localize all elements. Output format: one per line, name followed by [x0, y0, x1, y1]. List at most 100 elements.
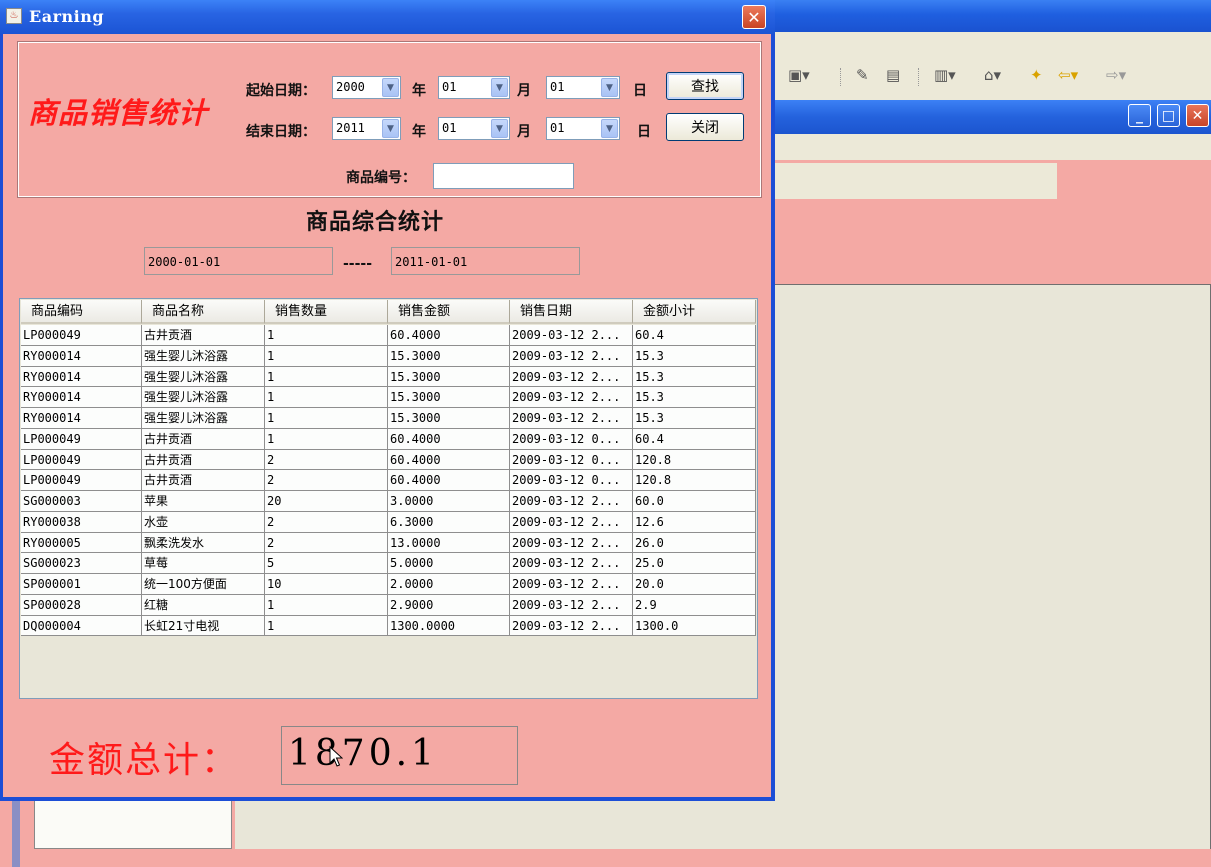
table-body: LP000049 古井贡酒 1 60.4000 2009-03-12 2... 60.4 R… — [21, 325, 756, 637]
chevron-down-icon[interactable]: ▼ — [382, 78, 399, 97]
table-cell: 长虹21寸电视 — [142, 615, 265, 637]
star-back-icon[interactable]: ✦ — [1030, 66, 1043, 84]
table-cell: 20.0 — [633, 574, 756, 595]
table-cell: 2009-03-12 2... — [510, 325, 633, 346]
earning-window: ♨ Earning ✕ 商品销售统计 起始日期： 2000 ▼ 年 01 ▼ 月… — [0, 0, 775, 801]
minimize-icon[interactable]: _ — [1128, 104, 1151, 127]
table-cell: 15.3 — [633, 345, 756, 367]
table-cell: 2009-03-12 2... — [510, 574, 633, 595]
page-title: 商品销售统计 — [28, 96, 209, 130]
table-cell: 1 — [265, 428, 388, 450]
table-cell: 6.3000 — [388, 511, 510, 533]
total-value: 1870.1 — [288, 733, 438, 774]
table-cell: 5 — [265, 553, 388, 574]
sales-table[interactable]: 商品编码 商品名称 销售数量 销售金额 销售日期 金额小计 LP000049 古井贡酒 1 60… — [19, 298, 758, 699]
end-year-select[interactable]: 2011 ▼ — [332, 117, 401, 140]
back-arrow-icon[interactable]: ⇦▾ — [1058, 66, 1078, 84]
table-cell: 15.3 — [633, 366, 756, 388]
chevron-down-icon[interactable]: ▼ — [491, 78, 508, 97]
edit-icon[interactable]: ▥▾ — [934, 66, 956, 84]
table-cell: 2 — [265, 449, 388, 471]
close-icon[interactable]: ✕ — [1186, 104, 1209, 127]
table-cell: 60.4000 — [388, 428, 510, 450]
table-row[interactable]: SG000003 苹果 20 3.0000 2009-03-12 2... 60.0 — [21, 491, 756, 512]
forward-arrow-icon[interactable]: ⇨▾ — [1106, 66, 1126, 84]
window-title: Earning — [29, 7, 105, 26]
background-bottom-strip — [234, 849, 1211, 867]
table-cell: 统一100方便面 — [142, 574, 265, 595]
window-content: 商品销售统计 起始日期： 2000 ▼ 年 01 ▼ 月 01 ▼ 日 查找 结… — [3, 34, 771, 797]
total-label: 金额总计： — [49, 740, 240, 781]
maximize-icon[interactable]: □ — [1157, 104, 1180, 127]
column-header[interactable]: 金额小计 — [633, 300, 756, 324]
table-cell: 1 — [265, 387, 388, 408]
table-cell: 2 — [265, 511, 388, 533]
column-header[interactable]: 销售数量 — [265, 300, 388, 324]
table-cell: 25.0 — [633, 553, 756, 574]
table-cell: 2009-03-12 2... — [510, 408, 633, 429]
table-row[interactable]: RY000014 强生婴儿沐浴露 1 15.3000 2009-03-12 2... 15… — [21, 387, 756, 408]
title-bar[interactable]: ♨ Earning ✕ — [0, 0, 775, 34]
bookmark-icon[interactable]: ⌂▾ — [984, 66, 1001, 84]
start-month-select[interactable]: 01 ▼ — [438, 76, 510, 99]
background-left-border — [12, 800, 20, 867]
table-cell: 60.0 — [633, 491, 756, 512]
table-cell: 120.8 — [633, 449, 756, 471]
end-month-select[interactable]: 01 ▼ — [438, 117, 510, 140]
java-app-icon: ♨ — [6, 8, 22, 24]
table-cell: 120.8 — [633, 470, 756, 491]
pen-icon[interactable]: ✎ — [856, 66, 869, 84]
search-button[interactable]: 查找 — [666, 72, 744, 100]
table-cell: 12.6 — [633, 511, 756, 533]
column-header[interactable]: 商品编码 — [21, 300, 142, 324]
table-row[interactable]: SP000001 统一100方便面 10 2.0000 2009-03-12 2... 2… — [21, 574, 756, 595]
table-cell: 强生婴儿沐浴露 — [142, 345, 265, 367]
table-row[interactable]: LP000049 古井贡酒 2 60.4000 2009-03-12 0... 120.8 — [21, 470, 756, 491]
table-cell: 15.3000 — [388, 366, 510, 388]
table-cell: 古井贡酒 — [142, 470, 265, 491]
table-row[interactable]: LP000049 古井贡酒 1 60.4000 2009-03-12 0... 60.4 — [21, 428, 756, 450]
column-header[interactable]: 销售日期 — [510, 300, 633, 324]
table-row[interactable]: RY000014 强生婴儿沐浴露 1 15.3000 2009-03-12 2... 15… — [21, 366, 756, 388]
column-header[interactable]: 商品名称 — [142, 300, 265, 324]
table-cell: 1 — [265, 325, 388, 346]
table-cell: 2009-03-12 2... — [510, 366, 633, 388]
close-button[interactable]: 关闭 — [666, 113, 744, 141]
chevron-down-icon[interactable]: ▼ — [601, 119, 618, 138]
table-cell: 15.3 — [633, 408, 756, 429]
table-cell: 2.9 — [633, 594, 756, 616]
table-cell: 2009-03-12 0... — [510, 449, 633, 471]
table-row[interactable]: SG000023 草莓 5 5.0000 2009-03-12 2... 25.0 — [21, 553, 756, 574]
chevron-down-icon[interactable]: ▼ — [491, 119, 508, 138]
table-row[interactable]: LP000049 古井贡酒 2 60.4000 2009-03-12 0... 120.8 — [21, 449, 756, 471]
start-year-select[interactable]: 2000 ▼ — [332, 76, 401, 99]
copy-icon[interactable]: ▤ — [886, 66, 900, 84]
table-cell: 2009-03-12 2... — [510, 387, 633, 408]
table-cell: 3.0000 — [388, 491, 510, 512]
close-window-button[interactable]: ✕ — [742, 5, 766, 29]
table-row[interactable]: LP000049 古井贡酒 1 60.4000 2009-03-12 2... 60.4 — [21, 325, 756, 346]
column-header[interactable]: 销售金额 — [388, 300, 510, 324]
table-cell: 60.4000 — [388, 470, 510, 491]
table-row[interactable]: RY000038 水壶 2 6.3000 2009-03-12 2... 12.6 — [21, 511, 756, 533]
table-cell: 1300.0 — [633, 615, 756, 637]
chevron-down-icon[interactable]: ▼ — [382, 119, 399, 138]
table-row[interactable]: RY000014 强生婴儿沐浴露 1 15.3000 2009-03-12 2... 15… — [21, 345, 756, 367]
end-day-select[interactable]: 01 ▼ — [546, 117, 620, 140]
product-code-input[interactable] — [433, 163, 574, 189]
table-cell: 60.4000 — [388, 449, 510, 471]
start-day-select[interactable]: 01 ▼ — [546, 76, 620, 99]
table-cell: 2009-03-12 2... — [510, 553, 633, 574]
table-cell: 2009-03-12 0... — [510, 470, 633, 491]
table-cell: 强生婴儿沐浴露 — [142, 408, 265, 429]
chevron-down-icon[interactable]: ▼ — [601, 78, 618, 97]
table-row[interactable]: RY000005 飘柔洗发水 2 13.0000 2009-03-12 2... 26.0 — [21, 532, 756, 554]
table-row[interactable]: SP000028 红糖 1 2.9000 2009-03-12 2... 2.9 — [21, 594, 756, 616]
toolbar-separator — [840, 68, 842, 86]
table-cell: 水壶 — [142, 511, 265, 533]
table-row[interactable]: RY000014 强生婴儿沐浴露 1 15.3000 2009-03-12 2... 15… — [21, 408, 756, 429]
folder-icon[interactable]: ▣▾ — [788, 66, 810, 84]
table-row[interactable]: DQ000004 长虹21寸电视 1 1300.0000 2009-03-12 2...… — [21, 615, 756, 637]
table-cell: 2 — [265, 470, 388, 491]
table-cell: 20 — [265, 491, 388, 512]
